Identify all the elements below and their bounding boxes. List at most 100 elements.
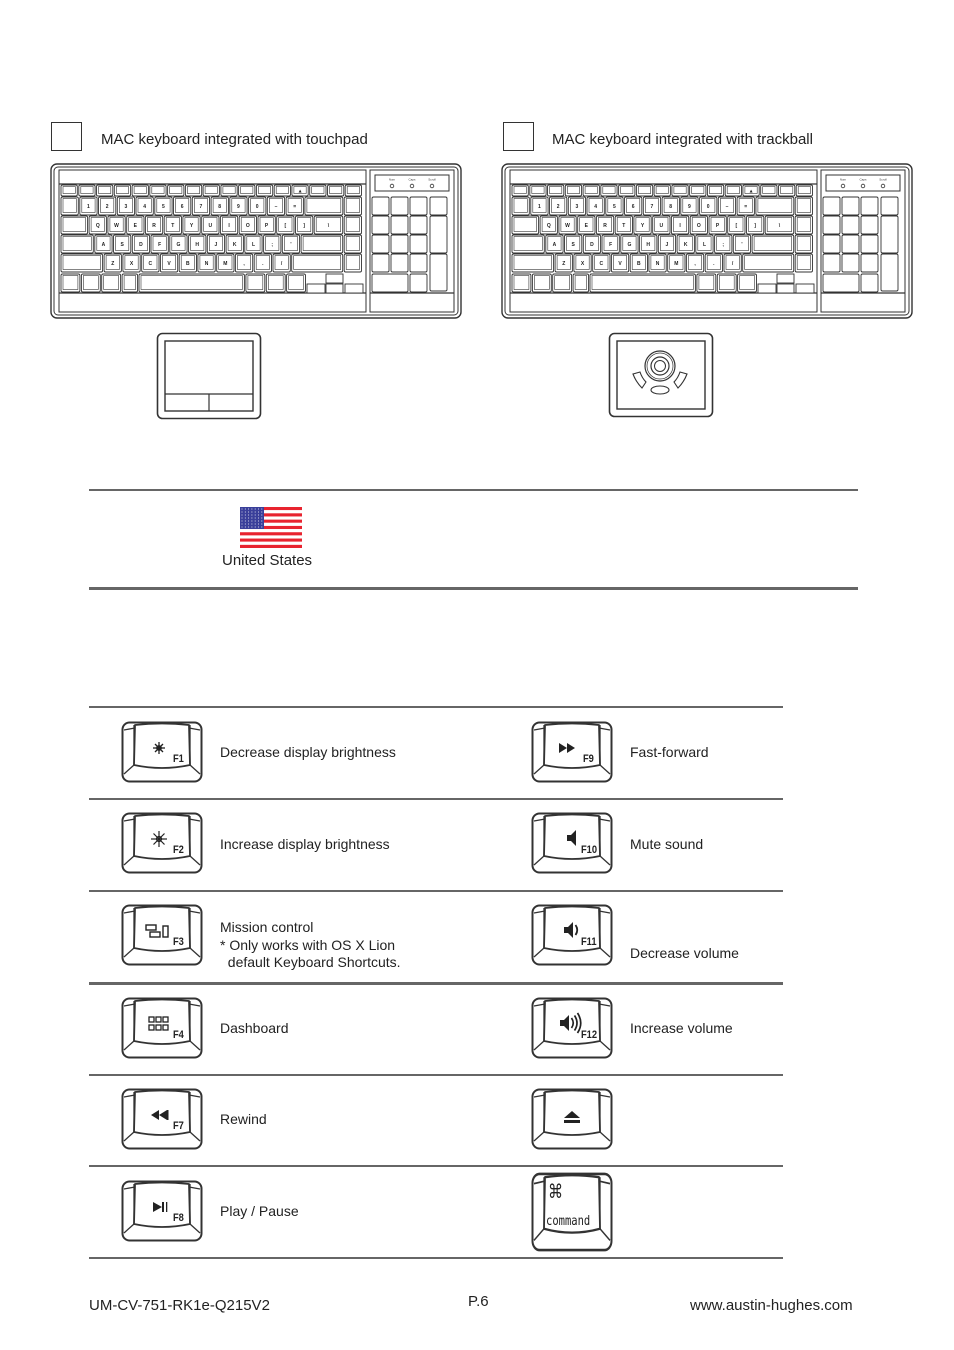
- table-row-divider: [89, 1165, 783, 1167]
- description-line: Fast-forward: [630, 744, 709, 760]
- keyboard-illustration-trackball: Num Caps Scroll ▲ 1 2 3 4 5 6 7 8 9 0– = Q W E R T Y U I O P[] \ A…: [501, 163, 913, 319]
- svg-text:Caps: Caps: [408, 178, 416, 182]
- svg-text:R: R: [152, 223, 156, 229]
- svg-text:2: 2: [557, 204, 560, 210]
- svg-text:0: 0: [256, 204, 259, 210]
- description-line: Mute sound: [630, 836, 704, 852]
- svg-text:L: L: [252, 242, 255, 248]
- svg-text:Num: Num: [840, 178, 847, 182]
- document-id: UM-CV-751-RK1e-Q215V2: [89, 1297, 270, 1314]
- divider-bottom: [89, 587, 858, 590]
- svg-text:': ': [741, 242, 742, 248]
- function-key-f3: F3: [121, 904, 203, 966]
- svg-text:N: N: [205, 261, 209, 267]
- svg-text:T: T: [171, 223, 174, 229]
- svg-text:▲: ▲: [749, 189, 754, 195]
- description-line: Decrease display brightness: [220, 744, 396, 760]
- svg-text:J: J: [215, 242, 218, 248]
- function-description: Increase display brightness: [220, 836, 390, 854]
- svg-text:G: G: [627, 242, 631, 248]
- svg-text:C: C: [148, 261, 152, 267]
- svg-text:4: 4: [143, 204, 146, 210]
- country-label: United States: [222, 552, 313, 569]
- function-description: Increase volume: [630, 1020, 733, 1038]
- svg-text:8: 8: [218, 204, 221, 210]
- svg-text:3: 3: [576, 204, 579, 210]
- description-line: Increase display brightness: [220, 836, 390, 852]
- description-line: default Keyboard Shortcuts.: [220, 954, 401, 970]
- description-line: Mission control: [220, 919, 314, 935]
- svg-text:A: A: [553, 242, 557, 248]
- svg-text:1: 1: [538, 204, 541, 210]
- svg-text:0: 0: [707, 204, 710, 210]
- svg-text:M: M: [223, 261, 227, 267]
- svg-text:F: F: [158, 242, 161, 248]
- svg-text:B: B: [637, 261, 641, 267]
- svg-text:L: L: [703, 242, 706, 248]
- function-key-f4: F4: [121, 997, 203, 1059]
- function-description: Fast-forward: [630, 744, 709, 762]
- svg-text:Scroll: Scroll: [428, 178, 436, 182]
- svg-text:8: 8: [669, 204, 672, 210]
- description-line: Rewind: [220, 1111, 267, 1127]
- table-row-divider: [89, 1074, 783, 1076]
- key-label: F8: [173, 1212, 184, 1224]
- function-key-f8: F8: [121, 1180, 203, 1242]
- svg-text:2: 2: [106, 204, 109, 210]
- function-description: Play / Pause: [220, 1203, 299, 1221]
- function-key-command: ⌘ command: [531, 1172, 613, 1252]
- us-flag-icon: [240, 507, 302, 548]
- svg-text:A: A: [102, 242, 106, 248]
- function-key-f2: F2: [121, 812, 203, 874]
- svg-text:G: G: [176, 242, 180, 248]
- table-row-divider: [89, 890, 783, 892]
- svg-text:7: 7: [200, 204, 203, 210]
- svg-text:4: 4: [594, 204, 597, 210]
- svg-text:O: O: [246, 223, 250, 229]
- svg-text:K: K: [233, 242, 237, 248]
- svg-text:D: D: [590, 242, 594, 248]
- svg-text:H: H: [646, 242, 650, 248]
- svg-text:–: –: [275, 204, 278, 210]
- svg-text:N: N: [656, 261, 660, 267]
- trackball-option-checkbox[interactable]: [503, 122, 534, 151]
- svg-text:6: 6: [632, 204, 635, 210]
- touchpad-option-checkbox[interactable]: [51, 122, 82, 151]
- svg-text:C: C: [599, 261, 603, 267]
- svg-text:': ': [290, 242, 291, 248]
- table-row-divider: [89, 798, 783, 800]
- touchpad-illustration: [156, 332, 262, 420]
- svg-text:1: 1: [87, 204, 90, 210]
- website-link[interactable]: www.austin-hughes.com: [690, 1297, 853, 1314]
- description-line: Decrease volume: [630, 945, 739, 961]
- key-label: F7: [173, 1120, 184, 1132]
- function-key-f12: F12: [531, 997, 613, 1059]
- table-row-divider: [89, 706, 783, 708]
- function-description: Rewind: [220, 1111, 267, 1129]
- key-label: F9: [583, 753, 594, 765]
- svg-text:9: 9: [237, 204, 240, 210]
- svg-text:5: 5: [162, 204, 165, 210]
- function-description: Mute sound: [630, 836, 703, 854]
- description-line: Dashboard: [220, 1020, 289, 1036]
- keyboard-illustration-touchpad: Num Caps Scroll ▲ 1 2 3 4 5 6 7 8 9 0– = Q W E R T Y U I O P[] \ A…: [50, 163, 462, 319]
- svg-text:5: 5: [613, 204, 616, 210]
- svg-text:▲: ▲: [298, 189, 303, 195]
- svg-text:=: =: [293, 204, 296, 210]
- table-row-divider: [89, 982, 783, 985]
- svg-text:7: 7: [651, 204, 654, 210]
- key-label: F11: [581, 936, 597, 948]
- svg-text:U: U: [659, 223, 663, 229]
- svg-text:B: B: [186, 261, 190, 267]
- function-key-f9: F9: [531, 721, 613, 783]
- key-label: command: [546, 1213, 590, 1229]
- svg-text:Q: Q: [96, 223, 100, 229]
- svg-text:Caps: Caps: [859, 178, 867, 182]
- trackball-illustration: [608, 332, 714, 418]
- key-label: F3: [173, 936, 184, 948]
- svg-text:Num: Num: [389, 178, 396, 182]
- description-line: * Only works with OS X Lion: [220, 936, 396, 953]
- description-line: Increase volume: [630, 1020, 733, 1036]
- function-key-f1: F1: [121, 721, 203, 783]
- svg-text:Z: Z: [111, 261, 114, 267]
